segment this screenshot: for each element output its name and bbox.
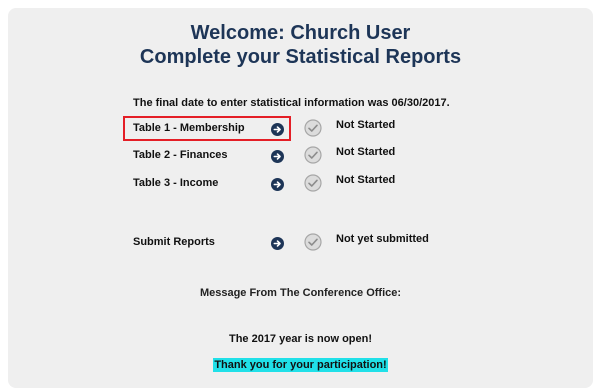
- table-3-status: Not Started: [336, 174, 396, 186]
- table-1-status: Not Started: [336, 119, 396, 131]
- thanks-container: Thank you for your participation!: [0, 355, 593, 373]
- deadline-notice: The final date to enter statistical info…: [133, 97, 450, 109]
- arrow-right-circle-icon[interactable]: [271, 150, 284, 163]
- check-circle-icon: [304, 146, 322, 164]
- arrow-right-circle-icon[interactable]: [271, 123, 284, 136]
- check-circle-icon: [304, 174, 322, 192]
- year-open-message: The 2017 year is now open!: [228, 333, 373, 345]
- check-circle-icon: [304, 233, 322, 251]
- table-2-finances-link[interactable]: Table 2 - Finances: [133, 149, 228, 161]
- check-circle-icon: [304, 119, 322, 137]
- submit-reports-link[interactable]: Submit Reports: [133, 236, 215, 248]
- arrow-right-circle-icon[interactable]: [271, 178, 284, 191]
- welcome-title: Welcome: Church User: [190, 22, 411, 44]
- table-1-membership-link[interactable]: Table 1 - Membership: [133, 122, 245, 134]
- message-heading: Message From The Conference Office:: [199, 287, 402, 299]
- table-3-income-link[interactable]: Table 3 - Income: [133, 177, 218, 189]
- thanks-message: Thank you for your participation!: [213, 358, 388, 372]
- page-subtitle: Complete your Statistical Reports: [139, 46, 462, 68]
- table-2-status: Not Started: [336, 146, 396, 158]
- submit-status: Not yet submitted: [336, 233, 429, 245]
- arrow-right-circle-icon[interactable]: [271, 237, 284, 250]
